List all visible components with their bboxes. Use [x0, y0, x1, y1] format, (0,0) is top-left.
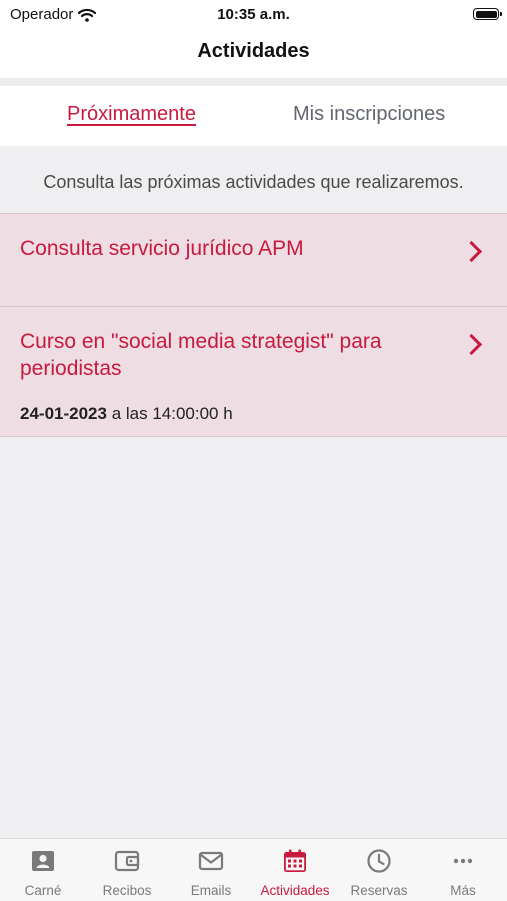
intro-section: Consulta las próximas actividades que re…	[0, 146, 507, 213]
chevron-right-icon	[460, 333, 483, 356]
tabbar-item-emails[interactable]: Emails	[169, 839, 253, 901]
tabbar-item-carne[interactable]: Carné	[1, 839, 85, 901]
tab-proximamente[interactable]: Próximamente	[67, 103, 196, 126]
activity-item[interactable]: Curso en "social media strategist" para …	[0, 306, 507, 437]
tabbar-item-reservas[interactable]: Reservas	[337, 839, 421, 901]
status-bar: Operador 10:35 a.m.	[0, 0, 507, 30]
id-card-icon	[32, 851, 54, 871]
activity-tabs: Próximamente Mis inscripciones	[0, 86, 507, 146]
status-time: 10:35 a.m.	[217, 6, 290, 23]
battery-icon	[473, 8, 502, 20]
activity-time: a las 14:00:00 h	[111, 404, 233, 423]
tabbar-item-recibos[interactable]: Recibos	[85, 839, 169, 901]
tabbar-label: Más	[450, 883, 476, 898]
navigation-bar: Actividades	[0, 30, 507, 78]
tabbar-label: Actividades	[260, 883, 330, 898]
activity-title: Consulta servicio jurídico APM	[20, 237, 304, 260]
tab-mis-inscripciones[interactable]: Mis inscripciones	[293, 103, 445, 126]
bottom-tab-bar: Carné Recibos Emails Actividades Reserva…	[0, 838, 507, 901]
activity-datetime: 24-01-2023 a las 14:00:00 h	[20, 404, 233, 424]
tabbar-label: Recibos	[102, 883, 152, 898]
more-icon	[453, 858, 473, 864]
clock-icon	[367, 849, 391, 873]
tabbar-label: Reservas	[350, 883, 408, 898]
page-title: Actividades	[197, 40, 310, 62]
tabbar-label: Carné	[24, 883, 62, 898]
calendar-icon	[284, 849, 306, 872]
intro-text: Consulta las próximas actividades que re…	[43, 172, 464, 192]
tabbar-item-actividades[interactable]: Actividades	[253, 839, 337, 901]
tabbar-item-mas[interactable]: Más	[421, 839, 505, 901]
wallet-icon	[114, 850, 140, 872]
activity-item[interactable]: Consulta servicio jurídico APM	[0, 213, 507, 307]
nav-divider	[0, 78, 507, 86]
activity-date: 24-01-2023	[20, 404, 107, 423]
envelope-icon	[198, 851, 224, 871]
chevron-right-icon	[460, 240, 483, 263]
tabbar-label: Emails	[190, 883, 232, 898]
activity-title: Curso en "social media strategist" para …	[20, 330, 382, 380]
